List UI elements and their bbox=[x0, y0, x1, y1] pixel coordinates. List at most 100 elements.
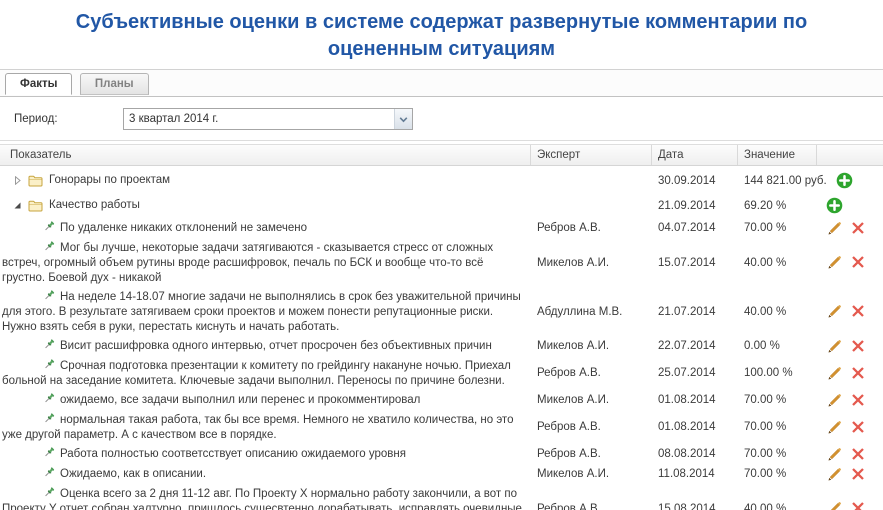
delete-button[interactable] bbox=[850, 392, 867, 409]
chevron-down-icon bbox=[399, 110, 408, 128]
comment-text: нормальная такая работа, так бы все врем… bbox=[2, 413, 514, 441]
edit-button[interactable] bbox=[826, 338, 843, 355]
folder-icon bbox=[28, 200, 43, 212]
column-header-value: Значение bbox=[738, 145, 817, 165]
value-cell: 0.00 % bbox=[744, 340, 780, 352]
period-select-dropdown-button[interactable] bbox=[394, 108, 412, 129]
table-body: Гонорары по проектам 30.09.2014 144 821.00… bbox=[0, 166, 883, 510]
tab-facts[interactable]: Факты bbox=[5, 73, 73, 95]
indicator-cell: Висит расшифровка одного интервью, отчет… bbox=[0, 338, 531, 354]
comment-text: На неделе 14-18.07 многие задачи не выпо… bbox=[2, 290, 521, 333]
column-header-date: Дата bbox=[652, 145, 738, 165]
comment-text: Мог бы лучше, некоторые задачи затягиваю… bbox=[2, 241, 494, 284]
table-row: нормальная такая работа, так бы все врем… bbox=[0, 410, 883, 444]
date-cell: 15.07.2014 bbox=[658, 256, 716, 269]
table-row: Срочная подготовка презентации к комитет… bbox=[0, 356, 883, 390]
value-cell: 40.00 % bbox=[744, 502, 787, 510]
value-cell: 40.00 % bbox=[744, 305, 787, 318]
indicator-cell: Срочная подготовка презентации к комитет… bbox=[0, 358, 531, 389]
pushpin-icon bbox=[42, 240, 56, 253]
period-select[interactable]: 3 квартал 2014 г. bbox=[123, 107, 413, 130]
comment-text: Работа полностью соответсствует описанию… bbox=[60, 448, 406, 460]
expand-arrow-icon[interactable] bbox=[13, 176, 22, 185]
edit-button[interactable] bbox=[826, 466, 843, 483]
indicator-label: Гонорары по проектам bbox=[49, 174, 171, 186]
value-cell: 40.00 % bbox=[744, 256, 787, 269]
expert-cell: Микелов А.И. bbox=[537, 340, 610, 352]
pushpin-icon bbox=[42, 446, 56, 459]
edit-button[interactable] bbox=[826, 365, 843, 382]
table-row: Ожидаемо, как в описании. Микелов А.И. 11.… bbox=[0, 464, 883, 484]
subjective-ratings-page: Субъективные оценки в системе содержат р… bbox=[0, 0, 883, 510]
value-cell: 70.00 % bbox=[744, 448, 787, 460]
delete-button[interactable] bbox=[850, 303, 867, 320]
indicator-cell: ожидаемо, все задачи выполнил или перене… bbox=[0, 392, 531, 408]
delete-button[interactable] bbox=[850, 338, 867, 355]
folder-icon bbox=[28, 175, 43, 187]
pushpin-icon bbox=[42, 466, 56, 479]
add-button[interactable] bbox=[826, 197, 843, 214]
date-cell: 15.08.2014 bbox=[658, 502, 716, 510]
delete-button[interactable] bbox=[850, 446, 867, 463]
expert-cell: Ребров А.В. bbox=[537, 421, 601, 433]
pushpin-icon bbox=[42, 392, 56, 405]
indicator-cell: По удаленке никаких отклонений не замече… bbox=[0, 220, 531, 236]
comment-text: Оценка всего за 2 дня 11-12 авг. По Прое… bbox=[2, 487, 522, 510]
value-cell: 70.00 % bbox=[744, 421, 787, 433]
edit-button[interactable] bbox=[826, 419, 843, 436]
tab-plans[interactable]: Планы bbox=[79, 73, 149, 95]
tab-bar: Факты Планы bbox=[0, 69, 883, 97]
date-cell: 01.08.2014 bbox=[658, 394, 716, 406]
table-row: На неделе 14-18.07 многие задачи не выпо… bbox=[0, 287, 883, 336]
period-label: Период: bbox=[14, 112, 58, 125]
value-cell: 69.20 % bbox=[744, 199, 787, 212]
expert-cell: Ребров А.В. bbox=[537, 222, 601, 234]
indicator-cell: Ожидаемо, как в описании. bbox=[0, 466, 531, 482]
collapse-arrow-icon[interactable] bbox=[13, 201, 22, 210]
table-row: Гонорары по проектам 30.09.2014 144 821.00… bbox=[0, 168, 883, 193]
actions-cell bbox=[817, 392, 883, 409]
actions-cell bbox=[817, 365, 883, 382]
actions-cell bbox=[817, 466, 883, 483]
date-cell: 21.07.2014 bbox=[658, 305, 716, 318]
edit-button[interactable] bbox=[826, 500, 843, 510]
column-header-expert: Эксперт bbox=[531, 145, 652, 165]
edit-button[interactable] bbox=[826, 220, 843, 237]
date-cell: 11.08.2014 bbox=[658, 468, 715, 480]
page-title: Субъективные оценки в системе содержат р… bbox=[75, 11, 808, 60]
ratings-table: Показатель Эксперт Дата Значение Гонорар… bbox=[0, 144, 883, 510]
delete-button[interactable] bbox=[850, 419, 867, 436]
edit-button[interactable] bbox=[826, 392, 843, 409]
indicator-cell: На неделе 14-18.07 многие задачи не выпо… bbox=[0, 289, 531, 335]
pushpin-icon bbox=[42, 412, 56, 425]
value-cell: 70.00 % bbox=[744, 394, 787, 406]
expert-cell: Ребров А.В. bbox=[537, 502, 601, 510]
indicator-cell: Работа полностью соответсствует описанию… bbox=[0, 446, 531, 462]
indicator-label: Качество работы bbox=[49, 199, 140, 211]
expert-cell: Абдуллина М.В. bbox=[537, 305, 623, 318]
delete-button[interactable] bbox=[850, 500, 867, 510]
comment-text: Ожидаемо, как в описании. bbox=[60, 468, 207, 480]
table-row: Оценка всего за 2 дня 11-12 авг. По Прое… bbox=[0, 484, 883, 510]
edit-button[interactable] bbox=[826, 254, 843, 271]
comment-text: ожидаемо, все задачи выполнил или перене… bbox=[60, 394, 421, 406]
comment-text: По удаленке никаких отклонений не замече… bbox=[60, 222, 308, 234]
expert-cell: Ребров А.В. bbox=[537, 448, 601, 460]
table-row: По удаленке никаких отклонений не замече… bbox=[0, 218, 883, 238]
indicator-cell: нормальная такая работа, так бы все врем… bbox=[0, 412, 531, 443]
expert-cell: Ребров А.В. bbox=[537, 367, 601, 379]
delete-button[interactable] bbox=[850, 254, 867, 271]
expert-cell: Микелов А.И. bbox=[537, 256, 610, 269]
expert-cell: Микелов А.И. bbox=[537, 468, 610, 480]
column-header-indicator: Показатель bbox=[0, 145, 531, 165]
table-row: ожидаемо, все задачи выполнил или перене… bbox=[0, 390, 883, 410]
delete-button[interactable] bbox=[850, 466, 867, 483]
add-button[interactable] bbox=[836, 172, 853, 189]
indicator-cell: Мог бы лучше, некоторые задачи затягиваю… bbox=[0, 240, 531, 286]
date-cell: 04.07.2014 bbox=[658, 222, 716, 234]
edit-button[interactable] bbox=[826, 303, 843, 320]
delete-button[interactable] bbox=[850, 365, 867, 382]
edit-button[interactable] bbox=[826, 446, 843, 463]
period-select-value: 3 квартал 2014 г. bbox=[129, 112, 219, 125]
delete-button[interactable] bbox=[850, 220, 867, 237]
